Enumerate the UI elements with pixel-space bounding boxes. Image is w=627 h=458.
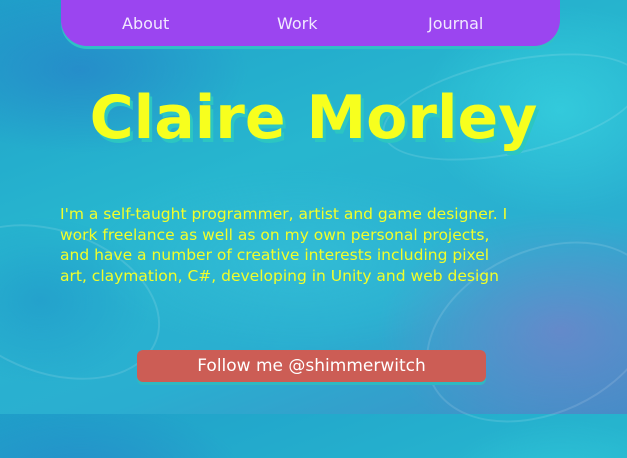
nav-link-about[interactable]: About (122, 14, 169, 33)
bio-line: work freelance as well as on my own pers… (60, 225, 490, 244)
bio-line: and have a number of creative interests … (60, 246, 490, 264)
bio-line: I'm a self-taught programmer, artist and… (60, 205, 508, 223)
top-nav: About Work Journal (61, 0, 560, 46)
nav-link-journal[interactable]: Journal (428, 14, 483, 33)
page: { "nav": { "items": [ {"label": "About"}… (0, 0, 627, 458)
bio-text: I'm a self-taught programmer, artist and… (60, 204, 570, 286)
page-title: Claire Morley (89, 83, 538, 153)
bio-line: art, claymation, C#, developing in Unity… (60, 266, 499, 285)
follow-button[interactable]: Follow me @shimmerwitch (137, 350, 486, 382)
nav-link-work[interactable]: Work (277, 14, 318, 33)
